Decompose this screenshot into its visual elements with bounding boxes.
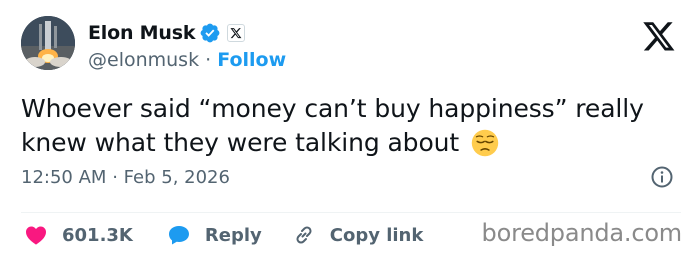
affiliate-x-badge-icon xyxy=(227,24,246,42)
tweet-body: Whoever said “money can’t buy happiness”… xyxy=(21,94,644,157)
handle-separator: · xyxy=(205,49,212,71)
handle-row: @elonmusk · Follow xyxy=(88,49,286,71)
tweet-date: Feb 5, 2026 xyxy=(123,167,230,188)
avatar[interactable] xyxy=(21,16,75,70)
reply-bubble-icon xyxy=(168,226,189,245)
follow-button[interactable]: Follow xyxy=(217,49,286,71)
action-bar: 601.3K Reply Copy link xyxy=(24,218,423,252)
tweet-timestamp[interactable]: 12:50 AM · Feb 5, 2026 xyxy=(21,167,230,188)
copy-link-label: Copy link xyxy=(329,224,424,246)
watermark: boredpanda.com xyxy=(481,219,683,247)
author-handle[interactable]: @elonmusk xyxy=(88,49,199,71)
tweet-time: 12:50 AM xyxy=(21,167,107,188)
heart-icon xyxy=(26,226,46,245)
divider xyxy=(21,212,681,213)
reply-button[interactable]: Reply xyxy=(167,223,262,247)
info-icon[interactable] xyxy=(650,165,674,189)
verified-badge-icon xyxy=(200,23,220,43)
x-logo-icon[interactable] xyxy=(641,19,677,53)
like-button[interactable]: 601.3K xyxy=(24,223,133,247)
author-name-row: Elon Musk xyxy=(88,20,246,46)
pensive-face-emoji-icon xyxy=(471,129,499,157)
link-icon xyxy=(296,226,312,244)
rocket-launch-avatar-icon xyxy=(21,16,75,70)
copy-link-button[interactable]: Copy link xyxy=(292,223,424,247)
date-separator: · xyxy=(112,167,118,188)
reply-label: Reply xyxy=(204,224,262,246)
likes-count: 601.3K xyxy=(62,224,133,246)
tweet-text: Whoever said “money can’t buy happiness”… xyxy=(21,92,681,160)
author-name[interactable]: Elon Musk xyxy=(88,22,195,44)
